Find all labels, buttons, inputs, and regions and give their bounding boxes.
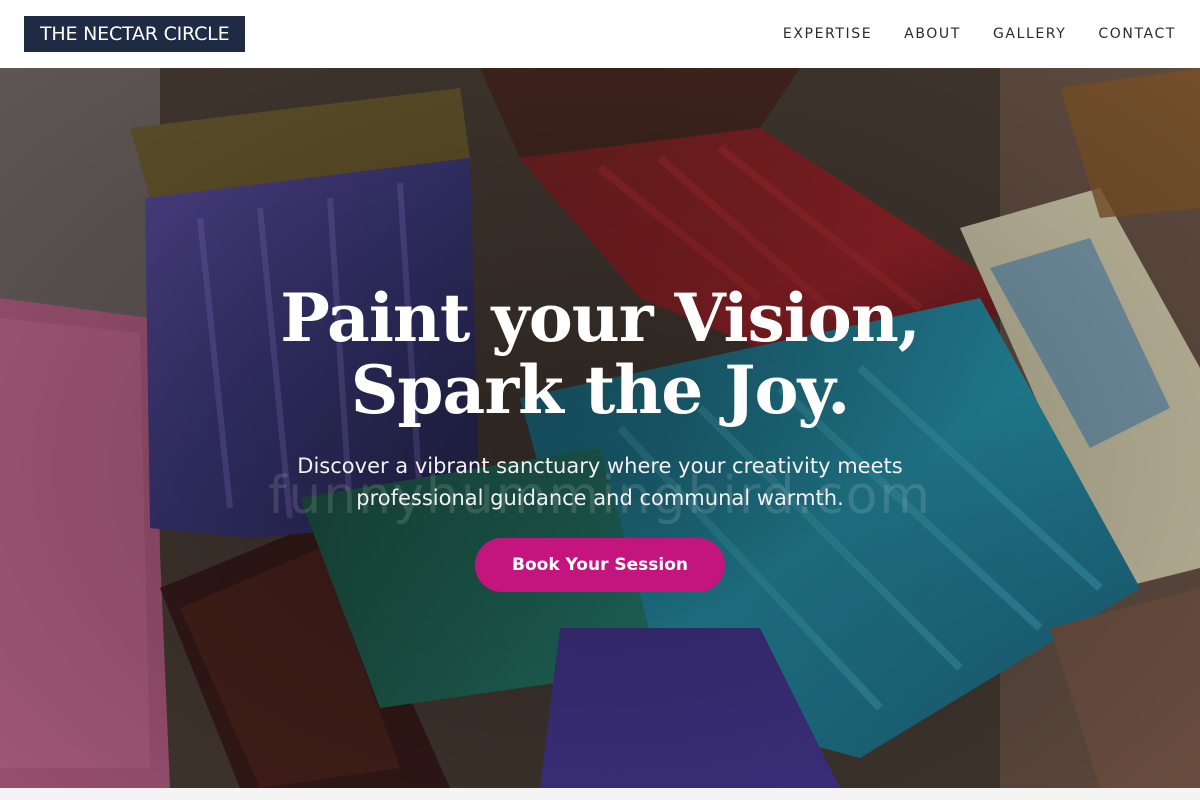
page-bottom-strip bbox=[0, 788, 1200, 800]
main-nav: EXPERTISE ABOUT GALLERY CONTACT bbox=[783, 0, 1176, 68]
book-session-button[interactable]: Book Your Session bbox=[475, 538, 725, 592]
site-logo[interactable]: THE NECTAR CIRCLE bbox=[24, 16, 246, 52]
nav-link-expertise[interactable]: EXPERTISE bbox=[783, 26, 872, 42]
hero-subheading-line-2: professional guidance and communal warmt… bbox=[356, 486, 844, 510]
hero-subheading-line-1: Discover a vibrant sanctuary where your … bbox=[297, 454, 903, 478]
hero-subheading: Discover a vibrant sanctuary where your … bbox=[220, 450, 980, 514]
hero-content: Paint your Vision, Spark the Joy. Discov… bbox=[0, 282, 1200, 592]
hero-headline-line-2: Spark the Joy. bbox=[350, 351, 851, 429]
hero-section: funnyhummingbird.com Paint your Vision, … bbox=[0, 68, 1200, 788]
nav-link-gallery[interactable]: GALLERY bbox=[993, 26, 1066, 42]
hero-headline: Paint your Vision, Spark the Joy. bbox=[100, 282, 1100, 426]
site-header: THE NECTAR CIRCLE EXPERTISE ABOUT GALLER… bbox=[0, 0, 1200, 68]
hero-headline-line-1: Paint your Vision, bbox=[280, 279, 921, 357]
nav-link-contact[interactable]: CONTACT bbox=[1098, 26, 1176, 42]
nav-link-about[interactable]: ABOUT bbox=[904, 26, 961, 42]
